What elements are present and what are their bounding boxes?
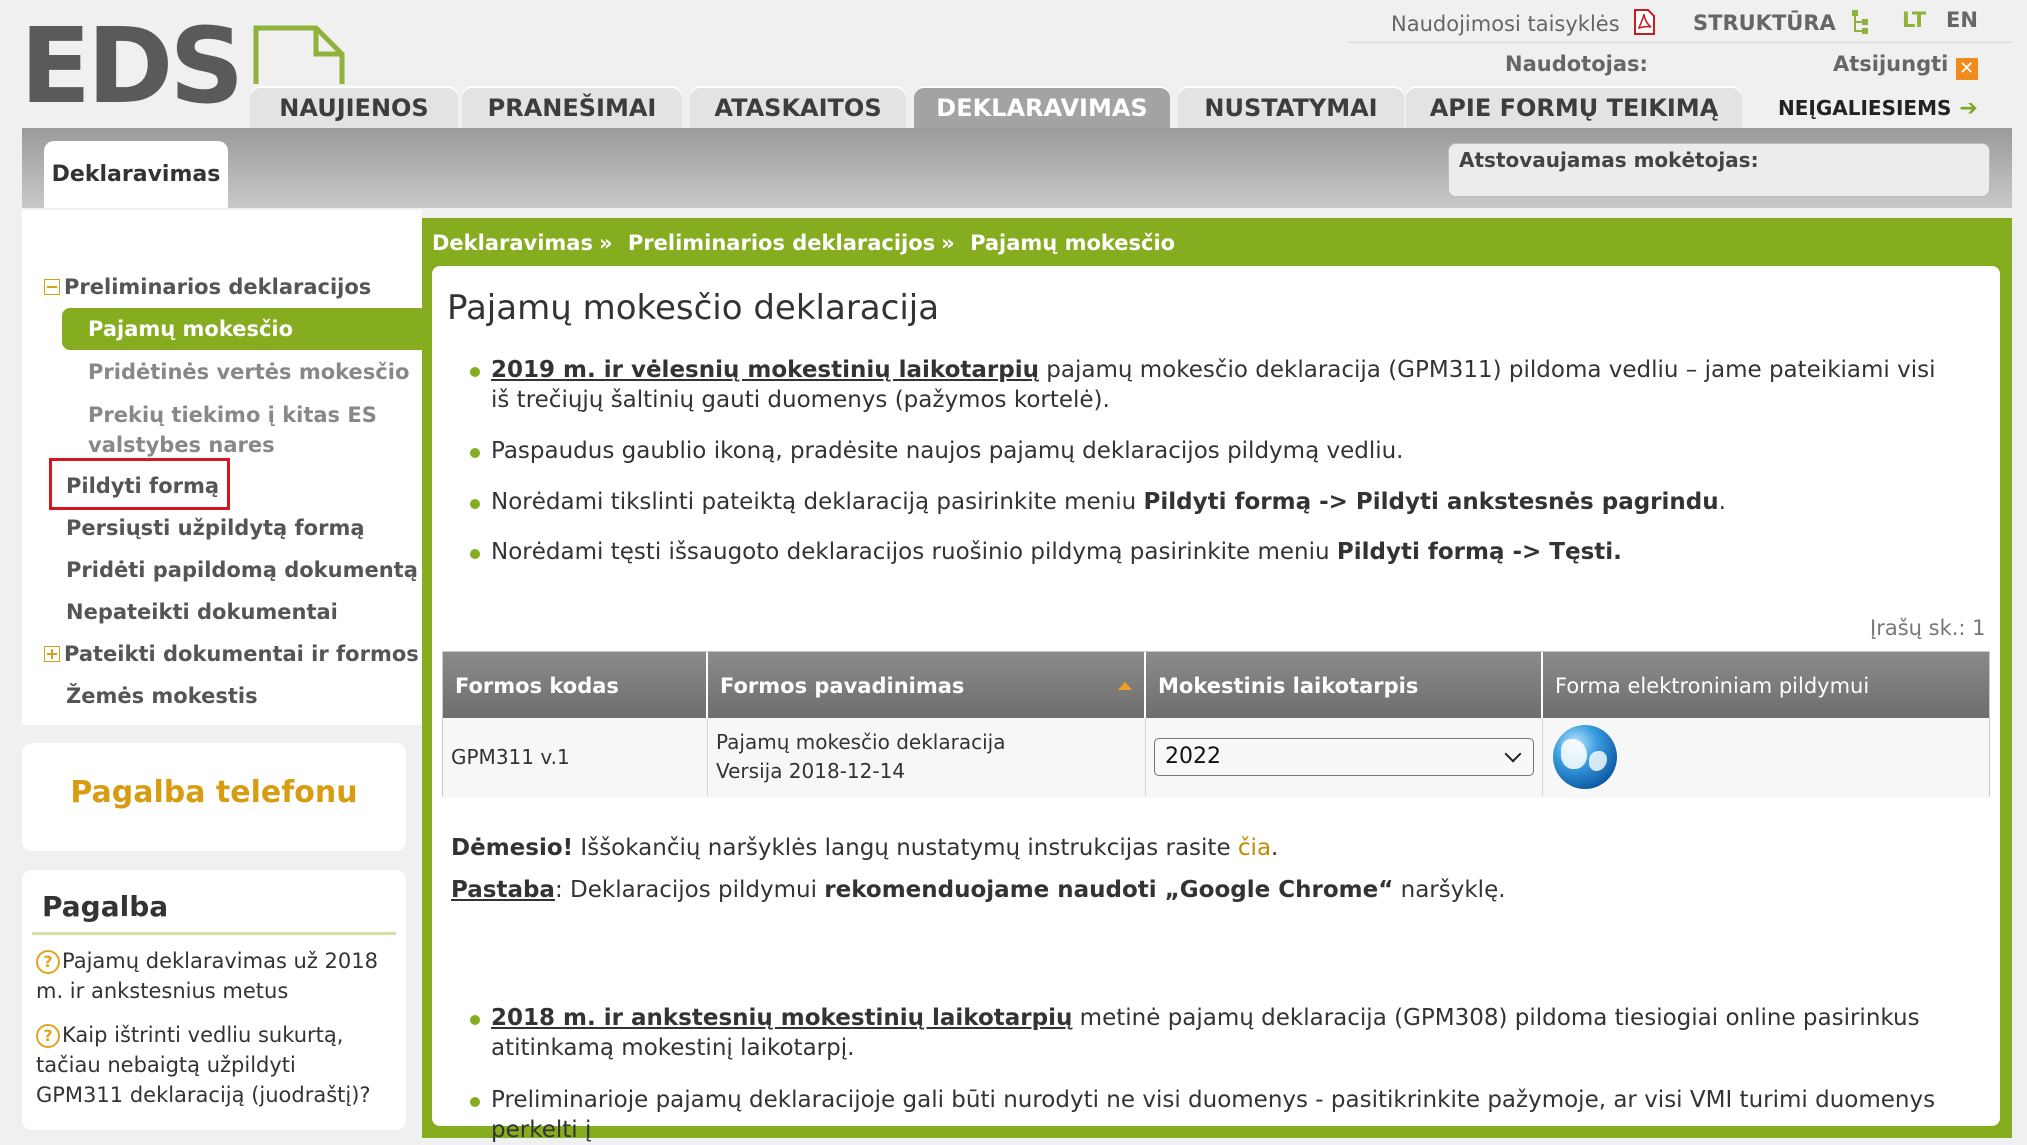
link-2018-and-earlier[interactable]: 2018 m. ir ankstesnių mokestinių laikota…: [491, 1005, 1072, 1031]
arrow-right-icon: ➔: [1959, 96, 1978, 121]
collapse-icon[interactable]: [44, 279, 60, 295]
bullet-dot: [470, 367, 480, 377]
attention-note: Dėmesio! Iššokančių naršyklės langų nust…: [451, 835, 1279, 861]
logout-link[interactable]: Atsijungti ✕: [1833, 52, 1978, 80]
tab-deklaravimas[interactable]: DEKLARAVIMAS: [914, 86, 1170, 128]
tab-apie-formu-teikima[interactable]: APIE FORMŲ TEIKIMĄ: [1406, 86, 1742, 128]
terms-link[interactable]: Naudojimosi taisyklės: [1391, 8, 1658, 36]
logo-text: EDS: [20, 5, 244, 127]
help-box: Pagalba ? Pajamų deklaravimas už 2018 m. …: [22, 870, 406, 1130]
tab-nustatymai[interactable]: NUSTATYMAI: [1178, 86, 1404, 128]
sort-asc-icon: [1118, 682, 1132, 690]
forms-table: Formos kodas Formos pavadinimas Mokestin…: [442, 651, 1990, 798]
tab-ataskaitos[interactable]: ATASKAITOS: [690, 86, 906, 128]
sidebar-item-pvm[interactable]: Pridėtinės vertės mokesčio: [88, 357, 409, 387]
table-header: Formos kodas Formos pavadinimas Mokestin…: [443, 652, 1989, 718]
sidebar-group-pateikti[interactable]: Pateikti dokumentai ir formos: [44, 639, 419, 669]
chevron-down-icon: [1504, 745, 1522, 763]
info-bullet-3: Norėdami tikslinti pateiktą deklaraciją …: [470, 487, 1960, 517]
cell-form-name: Pajamų mokesčio deklaracija Versija 2018…: [708, 718, 1146, 796]
sidebar-group-preliminary[interactable]: Preliminarios deklaracijos: [44, 272, 371, 302]
col-header-name[interactable]: Formos pavadinimas: [708, 652, 1146, 718]
pdf-icon: [1634, 9, 1656, 35]
tab-pranesimai[interactable]: PRANEŠIMAI: [462, 86, 682, 128]
question-icon: ?: [36, 950, 60, 974]
document-icon: [253, 25, 345, 84]
bullet-dot: [470, 448, 480, 458]
info-bullet-2: Paspaudus gaublio ikoną, pradėsite naujo…: [470, 436, 1960, 466]
sidebar-item-nepateikti[interactable]: Nepateikti dokumentai: [66, 597, 338, 627]
cell-period: 2022: [1146, 718, 1543, 796]
lang-lt-link[interactable]: LT: [1902, 8, 1926, 32]
structure-link[interactable]: STRUKTŪRA: [1693, 8, 1872, 36]
info-bullet-6: Preliminarioje pajamų deklaracijoje gali…: [470, 1085, 1960, 1145]
sidebar-item-pajamu[interactable]: Pajamų mokesčio: [62, 308, 422, 350]
period-select[interactable]: 2022: [1154, 738, 1534, 776]
breadcrumb-preliminarios[interactable]: Preliminarios deklaracijos: [628, 231, 935, 255]
user-label: Naudotojas:: [1505, 52, 1648, 76]
breadcrumb-pajamu: Pajamų mokesčio: [970, 231, 1176, 255]
globe-icon[interactable]: [1553, 725, 1617, 789]
breadcrumb-deklaravimas[interactable]: Deklaravimas: [432, 231, 593, 255]
close-icon: ✕: [1955, 58, 1978, 80]
bullet-dot: [470, 1097, 480, 1107]
represented-payer-label: Atstovaujamas mokėtojas:: [1459, 148, 1759, 172]
header-divider: [1348, 42, 2012, 43]
disabled-access-link[interactable]: NEĮGALIESIEMS ➔: [1778, 96, 1978, 121]
cell-electronic: [1543, 718, 1989, 796]
bullet-dot: [470, 549, 480, 559]
expand-icon[interactable]: [44, 646, 60, 662]
info-bullet-4: Norėdami tęsti išsaugoto deklaracijos ru…: [470, 537, 1960, 567]
table-row: GPM311 v.1 Pajamų mokesčio deklaracija V…: [443, 718, 1989, 798]
section-tab-deklaravimas[interactable]: Deklaravimas: [44, 141, 228, 208]
phone-help-box[interactable]: Pagalba telefonu: [22, 743, 406, 851]
question-icon: ?: [36, 1024, 60, 1048]
sidebar-item-zemes-mokestis[interactable]: Žemės mokestis: [66, 681, 258, 711]
sitemap-icon: [1852, 10, 1869, 34]
col-header-period[interactable]: Mokestinis laikotarpis: [1146, 652, 1543, 718]
page-title: Pajamų mokesčio deklaracija: [447, 288, 940, 328]
help-divider: [32, 932, 396, 935]
sidebar-item-persiusti[interactable]: Persiųsti užpildytą formą: [66, 513, 365, 543]
help-link-delete-draft[interactable]: ? Kaip ištrinti vedliu sukurtą, tačiau ne…: [36, 1020, 386, 1110]
link-2019-and-later[interactable]: 2019 m. ir vėlesnių mokestinių laikotarp…: [491, 357, 1039, 383]
breadcrumb: Deklaravimas» Preliminarios deklaracijos…: [432, 231, 1176, 255]
help-link-2018[interactable]: ? Pajamų deklaravimas už 2018 m. ir ankst…: [36, 946, 386, 1006]
represented-payer-box: Atstovaujamas mokėtojas:: [1448, 143, 1990, 197]
cell-form-code: GPM311 v.1: [443, 718, 708, 796]
col-header-electronic: Forma elektroniniam pildymui: [1555, 674, 1870, 698]
bullet-dot: [470, 499, 480, 509]
instructions-link[interactable]: čia: [1238, 835, 1271, 861]
highlight-box: [49, 458, 230, 510]
info-bullet-5: 2018 m. ir ankstesnių mokestinių laikota…: [470, 1003, 1960, 1063]
sidebar-item-prekiu-tiekimo[interactable]: Prekių tiekimo į kitas ES valstybes nare…: [88, 400, 377, 460]
bullet-dot: [470, 1015, 480, 1025]
chrome-note: Pastaba: Deklaracijos pildymui rekomendu…: [451, 877, 1506, 903]
help-title: Pagalba: [42, 890, 169, 923]
lang-en-link[interactable]: EN: [1946, 8, 1978, 32]
sidebar-item-prideti-dokumenta[interactable]: Pridėti papildomą dokumentą: [66, 555, 418, 585]
info-bullet-1: 2019 m. ir vėlesnių mokestinių laikotarp…: [470, 355, 1960, 415]
tab-naujienos[interactable]: NAUJIENOS: [250, 86, 458, 128]
col-header-code[interactable]: Formos kodas: [443, 652, 708, 718]
phone-help-label: Pagalba telefonu: [70, 775, 358, 810]
records-count: Įrašų sk.: 1: [1870, 616, 1986, 640]
